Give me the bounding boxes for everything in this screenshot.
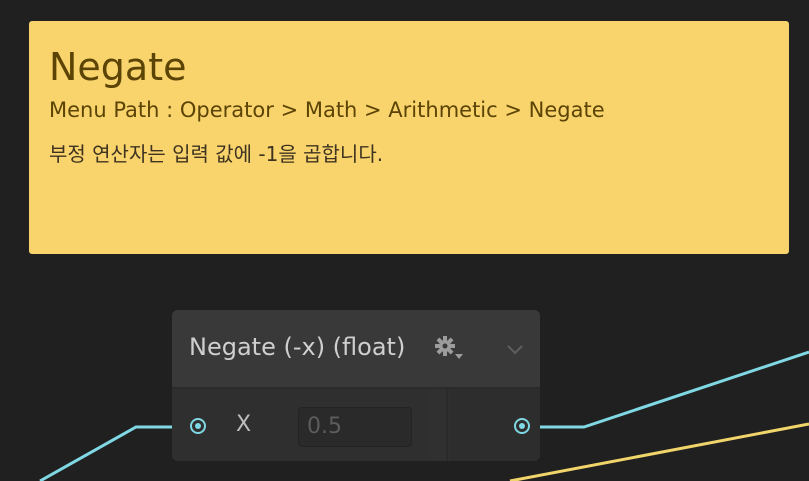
input-slot-label: X xyxy=(236,412,252,437)
negate-node[interactable]: Negate (-x) (float) X 0.5 xyxy=(172,310,540,461)
input-wire[interactable] xyxy=(39,425,190,481)
input-value-field[interactable]: 0.5 xyxy=(298,407,412,447)
node-body: X 0.5 xyxy=(172,389,540,461)
input-slot-x: X 0.5 xyxy=(172,389,448,461)
note-description: 부정 연산자는 입력 값에 -1을 곱합니다. xyxy=(49,142,384,166)
node-header[interactable]: Negate (-x) (float) xyxy=(172,310,540,389)
input-port-x[interactable] xyxy=(190,418,206,434)
gear-icon[interactable] xyxy=(432,334,466,364)
output-wire[interactable] xyxy=(530,350,809,429)
sticky-note[interactable]: Negate Menu Path : Operator > Math > Ari… xyxy=(29,21,789,254)
note-title: Negate xyxy=(49,45,187,89)
chevron-down-icon[interactable] xyxy=(504,338,526,360)
output-slot xyxy=(450,389,540,461)
other-wire[interactable] xyxy=(509,422,809,481)
note-menu-path: Menu Path : Operator > Math > Arithmetic… xyxy=(49,98,605,122)
node-title: Negate (-x) (float) xyxy=(189,333,406,361)
output-port[interactable] xyxy=(514,418,530,434)
column-divider xyxy=(430,389,448,461)
